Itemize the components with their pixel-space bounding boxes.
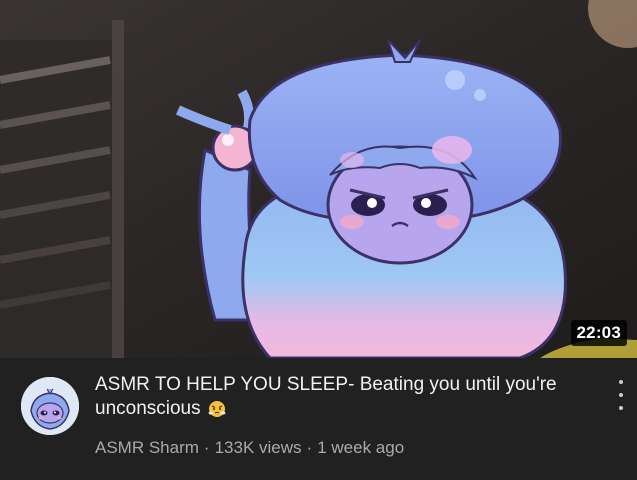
view-count: 133K views [214,438,302,457]
video-title[interactable]: ASMR TO HELP YOU SLEEP- Beating you unti… [95,373,605,425]
channel-name[interactable]: ASMR Sharm [95,438,199,457]
channel-avatar[interactable] [21,377,79,435]
video-card[interactable]: 22:03 ASMR TO HELP YOU SLEEP- Beating yo… [0,0,637,480]
window-blinds-decoration [0,20,124,358]
byline-separator: · [203,438,210,457]
steaming-angry-face-emoji-icon [207,398,227,425]
video-duration-badge: 22:03 [570,320,627,346]
video-details: ASMR TO HELP YOU SLEEP- Beating you unti… [0,358,637,480]
upload-age: 1 week ago [317,438,405,457]
menu-dot [619,406,623,410]
menu-dot [619,393,623,397]
video-byline: ASMR Sharm · 133K views · 1 week ago [95,437,404,459]
video-thumbnail[interactable]: 22:03 [0,0,637,358]
thumbnail-image [0,0,637,358]
more-vert-icon[interactable] [613,380,629,410]
byline-separator: · [306,438,313,457]
avatar-image [21,377,79,435]
video-title-text: ASMR TO HELP YOU SLEEP- Beating you unti… [95,374,557,419]
menu-dot [619,380,623,384]
